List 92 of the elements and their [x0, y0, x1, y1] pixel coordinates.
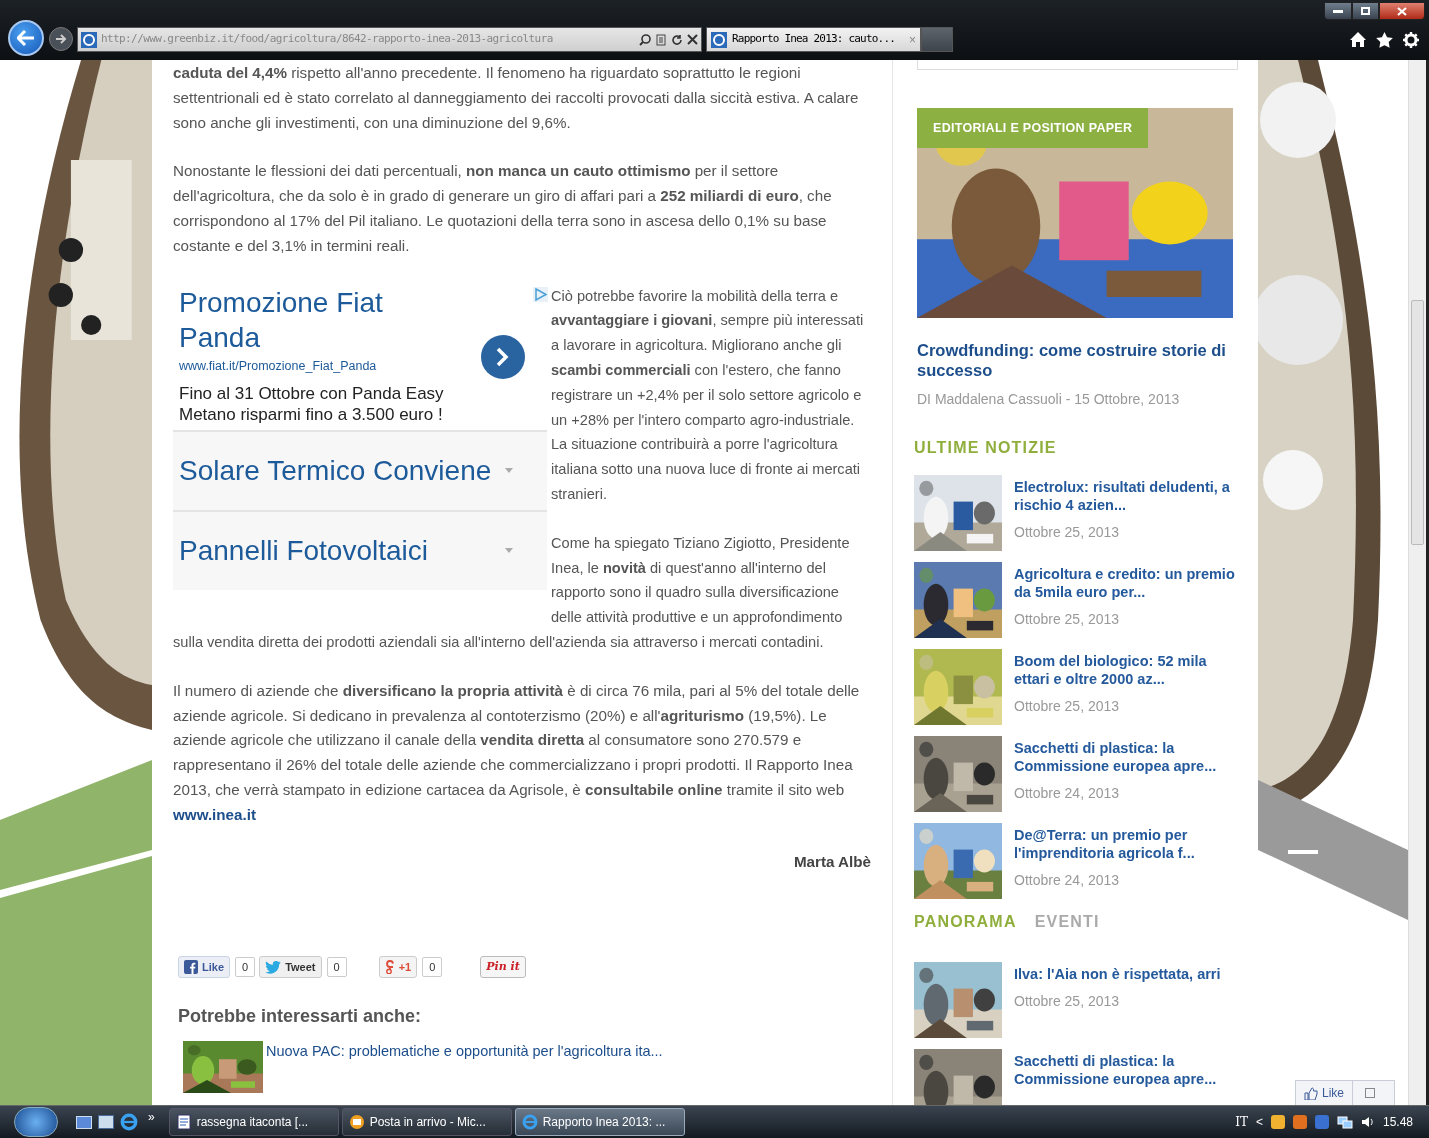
article-paragraph: Il numero di aziende che diversificano la propria attività è di circa 76 mila, pari al 5% del totale delle aziende agricole. Si dedicano in prevalenza al contoterzismo (20%) e all'agriturismo (19,5%). Le aziende agricole che utilizzano il canale della vendita diretta al consumatore sono 270.579 e rappresentano il 26% del totale delle aziende che commercializzano i propri prodotti. Il Rapporto Inea 2013, che verrà stampato in edizione cartacea da Agrisole, è consultabile online tramite il sito web www.inea.it [173, 680, 861, 825]
taskbar-button[interactable]: Rapporto Inea 2013: ... [514, 1108, 685, 1136]
square-icon [1365, 1088, 1375, 1098]
article-paragraph: sulla vendita diretta dei prodotti aziendali sia all'interno dell'azienda sia attraverso i mercati contadini. [173, 632, 825, 652]
tweet-button[interactable]: Tweet [259, 956, 322, 979]
close-button[interactable] [1379, 2, 1425, 20]
ad-description: Fino al 31 Ottobre con Panda Easy Metano risparmi fino a 3.500 euro ! [179, 382, 445, 425]
ad-choices-icon[interactable] [533, 286, 548, 302]
caret-down-icon [505, 468, 513, 474]
home-icon[interactable] [1350, 32, 1366, 47]
article-paragraph: caduta del 4,4% rispetto all'anno precedente. Il fenomeno ha riguardato soprattutto le regioni settentrionali ed è stato correlato al danneggiamento dei raccolti provocati dalla siccità estiva. A calare sono anche gli investimenti, con una diminuzione del 9,6%. [173, 63, 860, 133]
ad-link-title: Solare Termico Conviene [179, 454, 493, 489]
chevron-right-icon [496, 346, 510, 367]
bird-icon [265, 960, 282, 974]
speaker-icon[interactable] [1360, 1115, 1375, 1129]
forward-arrow-icon [55, 34, 67, 44]
news-title-link[interactable]: Agricoltura e credito: un premio da 5mila euro per... [1014, 565, 1238, 601]
window-switch-icon[interactable] [98, 1115, 114, 1129]
tab-title: Rapporto Inea 2013: cauto... [732, 31, 897, 48]
share-count: 0 [422, 957, 443, 978]
facebook-like-widget[interactable]: Like [1295, 1080, 1395, 1105]
plus-one-button[interactable]: +1 [378, 956, 418, 979]
ad-link-row[interactable]: Solare Termico Conviene [173, 429, 547, 510]
site-icon [711, 31, 727, 48]
scrollbar[interactable] [1408, 60, 1426, 1105]
tray-icon[interactable] [1270, 1115, 1285, 1129]
taskbar-button[interactable]: Posta in arrivo - Mic... [341, 1108, 512, 1136]
featured-title-link[interactable]: Crowdfunding: come costruire storie di successo [917, 340, 1238, 380]
article-paragraph: Ciò potrebbe favorire la mobilità della terra e avvantaggiare i giovani, sempre più interessati a lavorare in agricoltura. Migliorano anche gli scambi commerciali con l'estero, che fanno registrare un +2,4% per il solo settore agricolo e un +28% per l'intero comparto agro-industriale. La situazione contribuirà a porre l'agricoltura italiana sotto una nuova luce di fronte ai mercati stranieri. [551, 286, 865, 504]
facebook-icon [184, 960, 198, 975]
browser-icon[interactable] [120, 1113, 138, 1131]
news-date: Ottobre 25, 2013 [1014, 697, 1121, 716]
browser-tab[interactable]: Rapporto Inea 2013: cauto... × [706, 27, 921, 52]
star-icon[interactable] [1376, 32, 1393, 48]
news-title-link[interactable]: De@Terra: un premio per l'imprenditoria agricola f... [1014, 826, 1238, 862]
ad-title-link[interactable]: Promozione Fiat Panda [179, 284, 459, 355]
stop-icon [687, 34, 698, 45]
forward-button[interactable] [49, 27, 73, 51]
taskbar-button[interactable]: rassegna itaconta [... [168, 1108, 339, 1136]
browser-icon [521, 1114, 538, 1130]
start-button[interactable] [14, 1107, 58, 1137]
article-paragraph: Nonostante le flessioni dei dati percentuali, non manca un cauto ottimismo per il settore dell'agricoltura, che da solo è in grado di generare un giro di affari pari a 252 miliardi di euro, che corrispondono al 17% del Pil italiano. Le quotazioni della terra sono in ascesa dello 0,1% su base costante e del 3,1% in termini reali. [173, 161, 833, 256]
author-name: Marta Albè [793, 851, 871, 872]
news-date: Ottobre 25, 2013 [1014, 523, 1121, 542]
tray-icon[interactable] [1314, 1115, 1329, 1129]
category-badge: EDITORIALI E POSITION PAPER [917, 108, 1149, 148]
settings-icon[interactable] [1403, 32, 1419, 48]
back-arrow-icon [17, 30, 35, 46]
document-icon [175, 1114, 192, 1130]
pin-it-button[interactable]: Pin it [480, 956, 526, 979]
article-paragraph: Come ha spiegato Tiziano Zigiotto, Presidente Inea, le novità di quest'anno all'interno del rapporto sono il quadro sulla diversificazione delle attività produttive e un approfondimento [551, 533, 851, 628]
ad-link-row[interactable]: Pannelli Fotovoltaici [173, 509, 547, 590]
news-date: Ottobre 24, 2013 [1014, 871, 1121, 890]
thumbs-up-icon [1304, 1086, 1318, 1100]
minimize-button[interactable] [1324, 2, 1352, 20]
url-text: http://www.greenbiz.it/food/agricoltura/8642-rapporto-inea-2013-agricoltura [101, 31, 554, 48]
restore-button[interactable] [1352, 2, 1379, 20]
ad-link-title: Pannelli Fotovoltaici [179, 534, 430, 569]
caret-down-icon [505, 548, 513, 554]
search-icon [639, 33, 651, 46]
google-icon [384, 960, 395, 975]
related-heading: Potrebbe interessarti anche: [178, 1005, 423, 1029]
share-count: 0 [326, 957, 347, 978]
featured-byline: DI Maddalena Cassuoli - 15 Ottobre, 2013 [917, 390, 1181, 409]
news-date: Ottobre 25, 2013 [1014, 610, 1121, 629]
news-date: Ottobre 25, 2013 [1014, 992, 1121, 1011]
site-icon [81, 31, 97, 48]
more-button[interactable]: » [148, 1108, 155, 1126]
facebook-like-button[interactable]: Like [178, 956, 230, 979]
news-title-link[interactable]: Ilva: l'Aia non è rispettata, arri [1014, 965, 1221, 983]
news-title-link[interactable]: Electrolux: risultati deludenti, a rischio 4 azien... [1014, 478, 1238, 514]
refresh-icon [671, 33, 683, 46]
news-title-link[interactable]: Boom del biologico: 52 mila ettari e oltre 2000 az... [1014, 652, 1238, 688]
language-indicator[interactable]: IT [1235, 1113, 1248, 1131]
clock: 15.48 [1382, 1114, 1413, 1131]
ad-url-link[interactable]: www.fiat.it/Promozione_Fiat_Panda [179, 356, 481, 375]
share-count: 0 [235, 957, 256, 978]
tray-icon[interactable] [1292, 1115, 1307, 1129]
page-icon [655, 33, 667, 46]
close-icon [1397, 6, 1407, 16]
news-title-link[interactable]: Sacchetti di plastica: la Commissione europea apre... [1014, 739, 1238, 775]
ad-arrow-button[interactable] [481, 334, 525, 379]
network-icon[interactable] [1336, 1115, 1353, 1129]
mail-icon [348, 1114, 365, 1130]
show-hidden-icons-button[interactable]: < [1255, 1113, 1263, 1131]
related-article-link[interactable]: Nuova PAC: problematiche e opportunità per l'agricoltura ita... [266, 1041, 663, 1062]
news-title-link[interactable]: Sacchetti di plastica: la Commissione europea apre... [1014, 1052, 1238, 1088]
website-link[interactable]: www.inea.it [173, 805, 256, 823]
back-button[interactable] [8, 20, 44, 56]
section-heading: ULTIME NOTIZIE [914, 438, 1058, 458]
news-date: Ottobre 24, 2013 [1014, 784, 1121, 803]
desktop-icon[interactable] [76, 1115, 92, 1129]
